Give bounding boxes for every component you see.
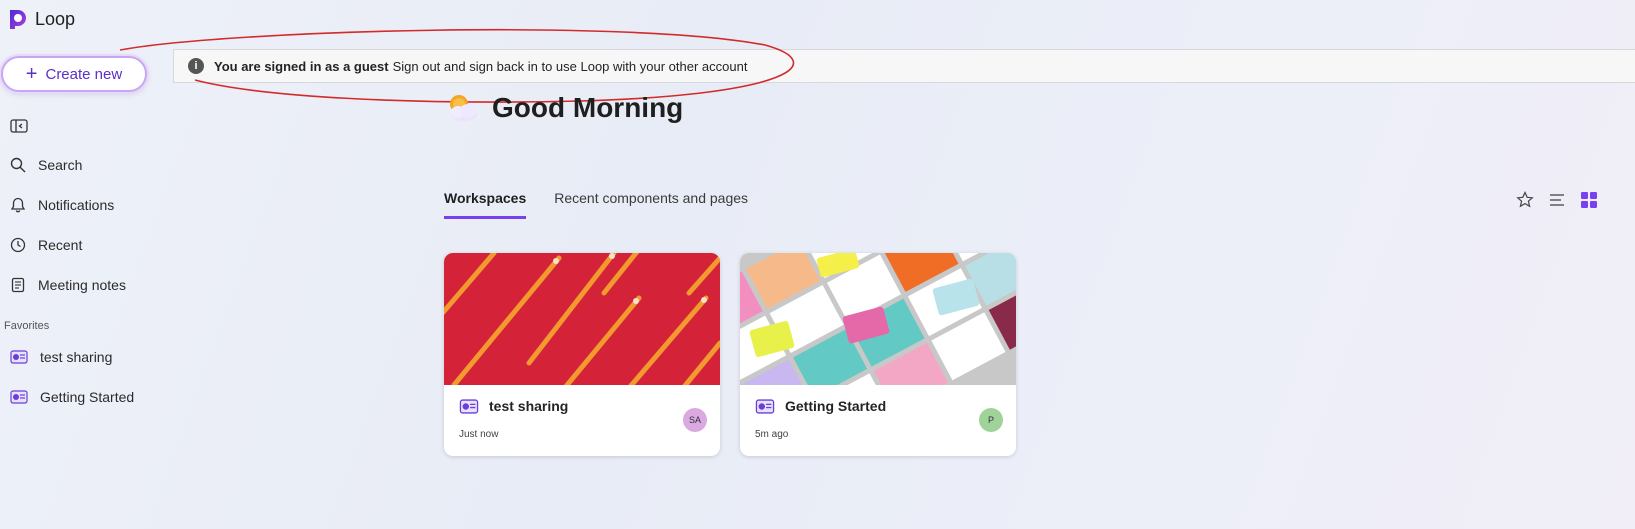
card-thumbnail-pencils [444,253,720,385]
nav-notifications[interactable]: Notifications [10,197,114,213]
list-view-icon[interactable] [1548,191,1566,209]
card-title: test sharing [489,398,569,414]
nav-notifications-label: Notifications [38,197,115,213]
banner-bold-text: You are signed in as a guest [214,58,389,74]
nav-search[interactable]: Search [10,157,82,173]
card-timestamp: 5m ago [755,429,789,440]
card-title: Getting Started [785,398,887,414]
workspace-icon [755,398,775,414]
avatar: SA [683,408,707,432]
nav-recent[interactable]: Recent [10,237,82,253]
create-new-button[interactable]: + Create new [1,56,147,92]
workspace-card-getting-started[interactable]: Getting Started 5m ago P [740,253,1016,456]
nav-meeting-notes-label: Meeting notes [38,277,126,293]
workspace-icon [10,390,28,404]
weather-sun-cloud-icon [450,95,477,121]
nav-search-label: Search [38,157,83,173]
favorite-label: Getting Started [40,389,135,405]
greeting: Good Morning [444,92,683,124]
create-new-label: Create new [45,65,123,83]
banner-text: Sign out and sign back in to use Loop wi… [392,58,748,74]
card-timestamp: Just now [459,429,499,440]
app-logo[interactable]: Loop [5,7,75,31]
clock-icon [10,237,26,253]
avatar: P [979,408,1003,432]
favorite-label: test sharing [40,349,113,365]
star-icon[interactable] [1516,191,1534,209]
plus-icon: + [25,63,38,85]
search-icon [10,157,26,173]
card-title-row: Getting Started [755,398,886,414]
collapse-sidebar-button[interactable] [10,118,28,139]
card-thumbnail-sticky-notes [740,253,1016,385]
workspace-card-test-sharing[interactable]: test sharing Just now SA [444,253,720,456]
notes-icon [11,277,25,293]
tab-workspaces[interactable]: Workspaces [444,190,527,219]
workspace-icon [459,398,479,414]
tab-bar: Workspaces Recent components and pages [444,190,748,219]
nav-recent-label: Recent [38,237,83,253]
view-controls [1516,191,1598,209]
tab-recent-components[interactable]: Recent components and pages [554,190,748,219]
favorites-heading: Favorites [4,320,50,332]
bell-icon [10,197,26,213]
loop-logo-icon [10,10,26,29]
card-title-row: test sharing [459,398,568,414]
workspace-icon [10,350,28,364]
greeting-title: Good Morning [492,92,684,123]
collapse-sidebar-icon [10,119,28,133]
info-icon: i [188,58,204,74]
guest-banner: i You are signed in as a guest Sign out … [173,49,1635,83]
nav-meeting-notes[interactable]: Meeting notes [10,277,126,293]
favorite-getting-started[interactable]: Getting Started [10,389,134,405]
app-name: Loop [35,8,76,29]
grid-view-icon[interactable] [1580,191,1598,209]
favorite-test-sharing[interactable]: test sharing [10,349,112,365]
